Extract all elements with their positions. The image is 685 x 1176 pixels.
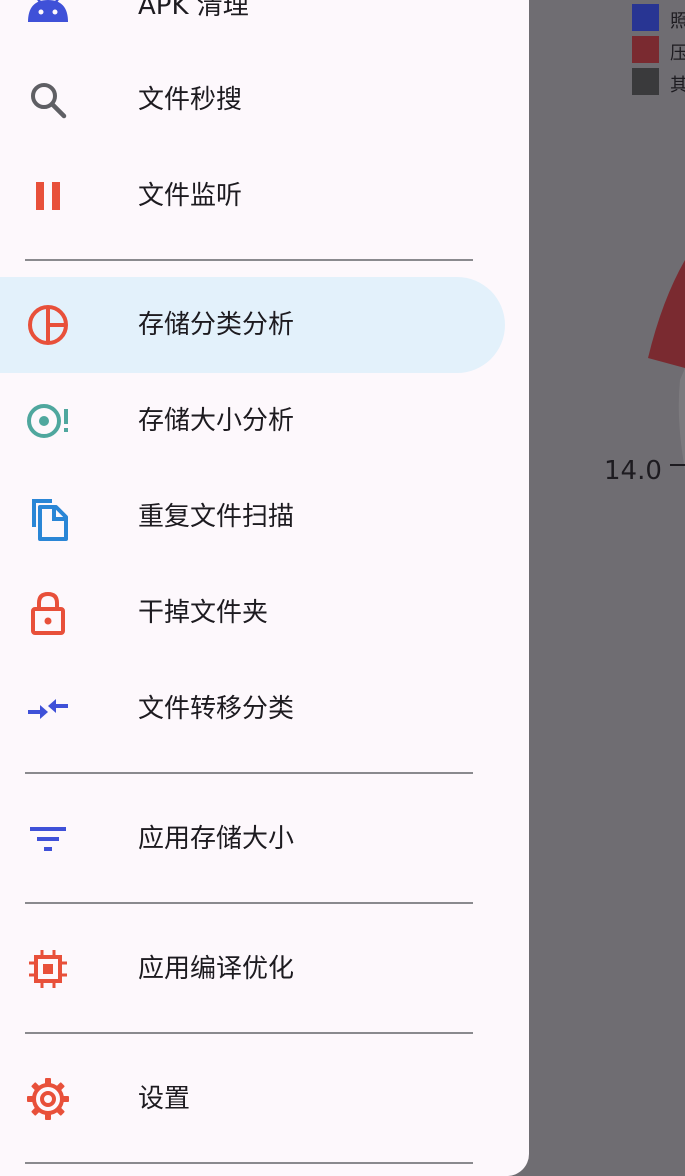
- nav-item-file-transfer[interactable]: 文件转移分类: [0, 661, 505, 757]
- nav-item-label: 文件监听: [138, 181, 243, 211]
- pie-chart-slice: [648, 260, 685, 470]
- pie-slice-gray: [678, 368, 685, 470]
- target-alert-icon: [24, 397, 72, 445]
- nav-item-settings[interactable]: 设置: [0, 1051, 505, 1147]
- compare-arrows-icon: [24, 685, 72, 733]
- chip-icon: [24, 945, 72, 993]
- nav-item-label: 应用存储大小: [138, 824, 295, 854]
- nav-item-label: 文件转移分类: [138, 694, 295, 724]
- pie-slice-red: [648, 260, 685, 368]
- nav-item-storage-size-analysis[interactable]: 存储大小分析: [0, 373, 505, 469]
- nav-item-label: 存储大小分析: [138, 406, 295, 436]
- search-icon: [24, 76, 72, 124]
- nav-item-apk-clean[interactable]: APK 清理: [0, 0, 505, 54]
- nav-item-label: 重复文件扫描: [138, 502, 295, 532]
- divider: [25, 259, 473, 261]
- legend-item-2: 压: [632, 36, 685, 64]
- divider: [25, 1162, 473, 1164]
- nav-item-label: 设置: [138, 1084, 191, 1114]
- copy-files-icon: [24, 493, 72, 541]
- legend-label: 照: [670, 11, 685, 32]
- chart-value-label: 14.0: [604, 456, 662, 486]
- nav-item-storage-category-analysis[interactable]: 存储分类分析: [0, 277, 505, 373]
- android-icon: [24, 0, 72, 30]
- legend-swatch: [632, 68, 659, 95]
- nav-item-file-monitor[interactable]: 文件监听: [0, 148, 505, 244]
- nav-item-label: 干掉文件夹: [138, 598, 269, 628]
- nav-item-file-search[interactable]: 文件秒搜: [0, 52, 505, 148]
- nav-item-label: 存储分类分析: [138, 310, 295, 340]
- gear-icon: [24, 1075, 72, 1123]
- legend-item-1: 照: [632, 4, 685, 32]
- navigation-drawer: APK 清理 文件秒搜 文件监听 存储分类分析 存储大小分析 重复文件扫描 干掉…: [0, 0, 529, 1176]
- legend-swatch: [632, 4, 659, 31]
- nav-item-label: APK 清理: [138, 0, 249, 21]
- divider: [25, 902, 473, 904]
- nav-item-label: 文件秒搜: [138, 85, 243, 115]
- legend-label: 其: [670, 75, 685, 96]
- chart-tick: [670, 464, 685, 466]
- legend-item-3: 其: [632, 68, 685, 96]
- divider: [25, 1032, 473, 1034]
- pie-chart-icon: [24, 301, 72, 349]
- lock-icon: [24, 589, 72, 637]
- nav-item-app-storage-size[interactable]: 应用存储大小: [0, 791, 505, 887]
- nav-item-label: 应用编译优化: [138, 954, 295, 984]
- legend-label: 压: [670, 43, 685, 64]
- nav-item-duplicate-scan[interactable]: 重复文件扫描: [0, 469, 505, 565]
- pause-icon: [24, 172, 72, 220]
- legend-swatch: [632, 36, 659, 63]
- nav-item-app-compile-optimize[interactable]: 应用编译优化: [0, 921, 505, 1017]
- filter-icon: [24, 815, 72, 863]
- nav-item-kill-folder[interactable]: 干掉文件夹: [0, 565, 505, 661]
- divider: [25, 772, 473, 774]
